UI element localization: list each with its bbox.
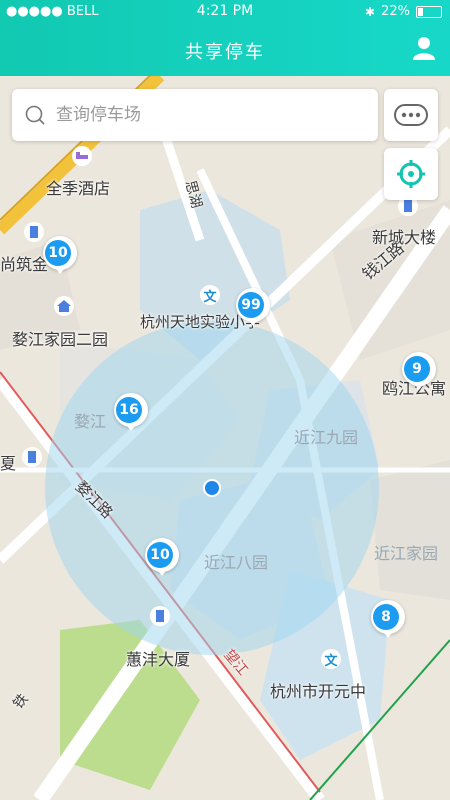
search-bar[interactable] [12, 89, 378, 141]
parking-marker[interactable]: 99 [234, 288, 272, 332]
app-header: ●●●●● BELL 4:21 PM ✱ 22% 共享停车 [0, 0, 450, 76]
river-west-label: 婺江 [74, 412, 107, 431]
profile-button[interactable] [412, 36, 436, 60]
marker-count: 8 [373, 604, 399, 630]
parking-marker[interactable]: 8 [369, 600, 407, 644]
battery-percent: 22% [381, 4, 410, 19]
user-icon [413, 37, 435, 60]
search-input[interactable] [54, 104, 358, 126]
area-jiayuan-label: 近江家园 [374, 544, 439, 563]
marker-count: 9 [404, 356, 430, 382]
building-icon [150, 606, 170, 626]
parking-marker[interactable]: 16 [112, 393, 150, 437]
bluetooth-icon: ✱ [365, 4, 376, 19]
battery-status: ✱ 22% [365, 4, 442, 19]
school-icon: 文 [200, 285, 220, 305]
school-icon: 文 [321, 649, 341, 669]
battery-icon [416, 5, 442, 18]
page-title: 共享停车 [185, 42, 265, 63]
marker-count: 16 [116, 397, 142, 423]
parking-marker[interactable]: 10 [143, 538, 181, 582]
locate-button[interactable] [384, 148, 438, 200]
poi-kaiyuan-label: 杭州市开元中 [270, 682, 367, 701]
poi-garden-two-label: 婺江家园二园 [12, 330, 109, 349]
more-button[interactable] [384, 89, 438, 141]
status-bar: ●●●●● BELL 4:21 PM ✱ 22% [0, 0, 450, 24]
area-jiuyuan-label: 近江九园 [294, 428, 359, 447]
building-icon [22, 447, 42, 467]
locate-icon [397, 160, 425, 188]
search-icon [25, 105, 45, 125]
parking-marker[interactable]: 9 [400, 352, 438, 396]
hotel-icon [72, 146, 92, 166]
parking-marker[interactable]: 10 [41, 236, 79, 280]
marker-count: 10 [45, 240, 71, 266]
more-icon [394, 104, 428, 126]
home-icon [54, 296, 74, 316]
poi-xia-label: 夏 [0, 454, 17, 473]
poi-hotel-label: 全季酒店 [46, 179, 111, 198]
marker-count: 99 [238, 292, 264, 318]
poi-huifeng-label: 蕙沣大厦 [126, 650, 191, 669]
area-bayuan-label: 近江八园 [204, 553, 269, 572]
marker-count: 10 [147, 542, 173, 568]
